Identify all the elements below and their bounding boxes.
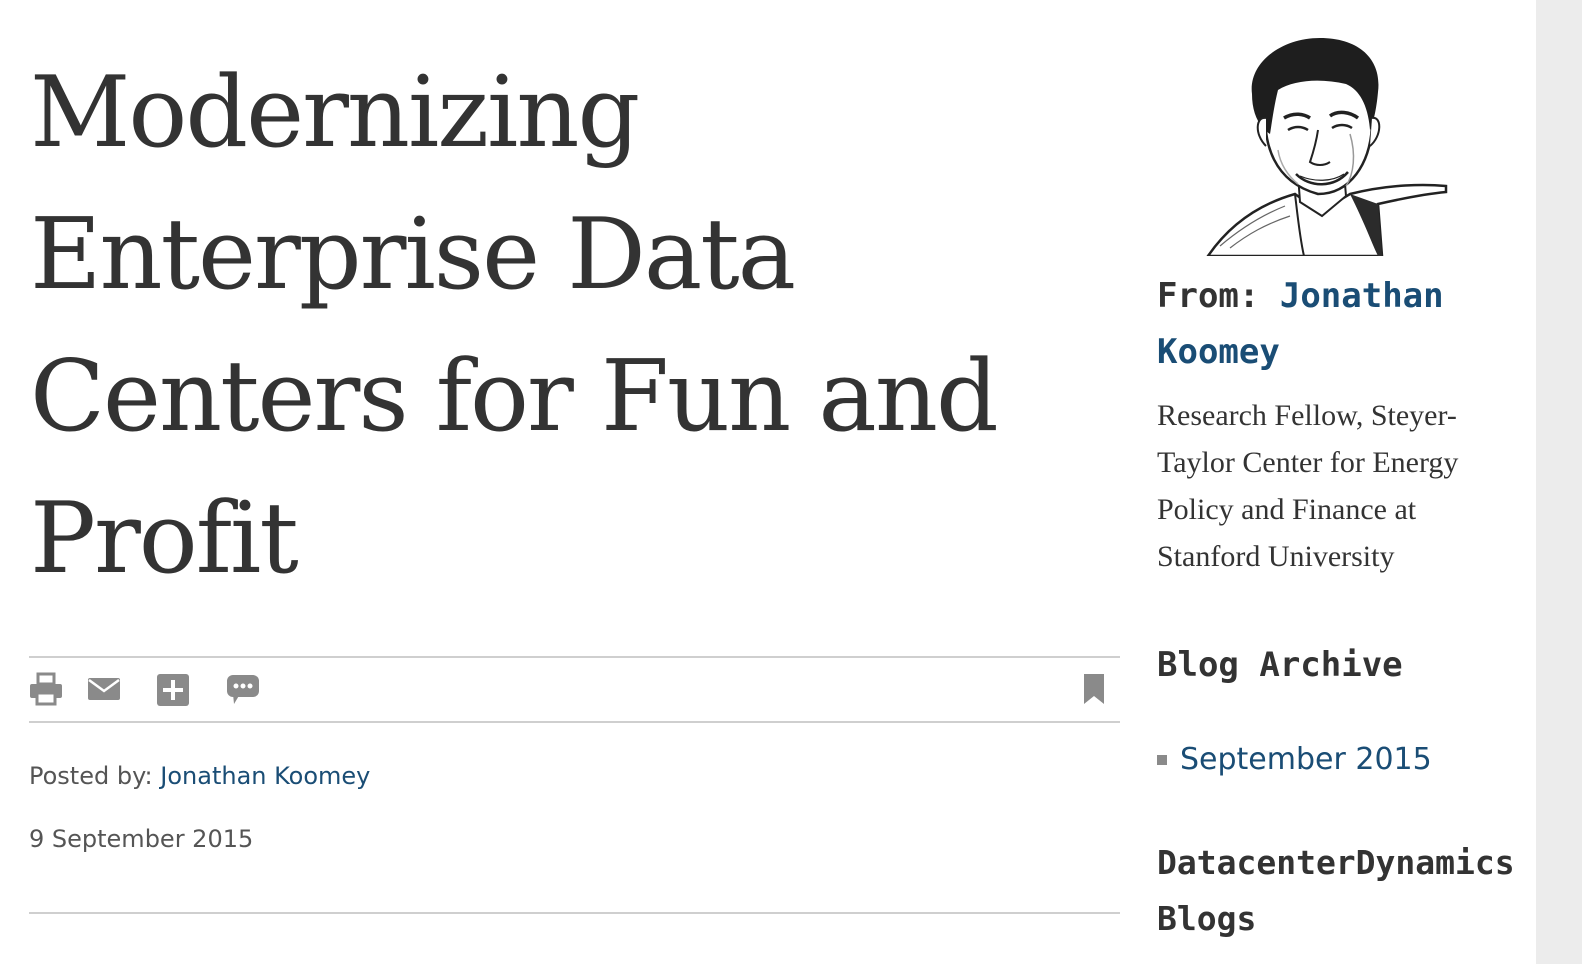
article-title: Modernizing Enterprise Data Centers for … — [30, 56, 999, 596]
square-bullet-icon — [1157, 755, 1167, 765]
comment-icon[interactable] — [226, 672, 260, 706]
author-portrait — [1200, 34, 1450, 258]
blog-archive-heading: Blog Archive — [1157, 645, 1403, 685]
print-icon[interactable] — [29, 672, 63, 706]
from-label: From: — [1157, 276, 1260, 316]
posted-by-label: Posted by: — [29, 762, 153, 790]
post-date: 9 September 2015 — [29, 825, 254, 853]
byline-author-link[interactable]: Jonathan Koomey — [160, 762, 370, 790]
author-heading: From: Jonathan Koomey — [1157, 268, 1517, 380]
author-bio: Research Fellow, Steyer-Taylor Center fo… — [1157, 399, 1459, 573]
add-icon[interactable] — [156, 672, 190, 706]
byline-divider — [29, 912, 1120, 914]
mail-icon[interactable] — [87, 672, 121, 706]
bookmark-icon[interactable] — [1077, 672, 1111, 706]
toolbar-bottom-divider — [29, 721, 1120, 723]
archive-month-link[interactable]: September 2015 — [1180, 738, 1432, 782]
byline: Posted by: Jonathan Koomey — [29, 762, 370, 790]
article-toolbar — [29, 658, 1120, 721]
blog-archive-list: September 2015 — [1157, 738, 1432, 782]
page-scroll-gutter — [1536, 0, 1582, 964]
archive-list-item: September 2015 — [1157, 738, 1432, 782]
dcd-blogs-heading: DatacenterDynamics Blogs — [1157, 843, 1515, 938]
